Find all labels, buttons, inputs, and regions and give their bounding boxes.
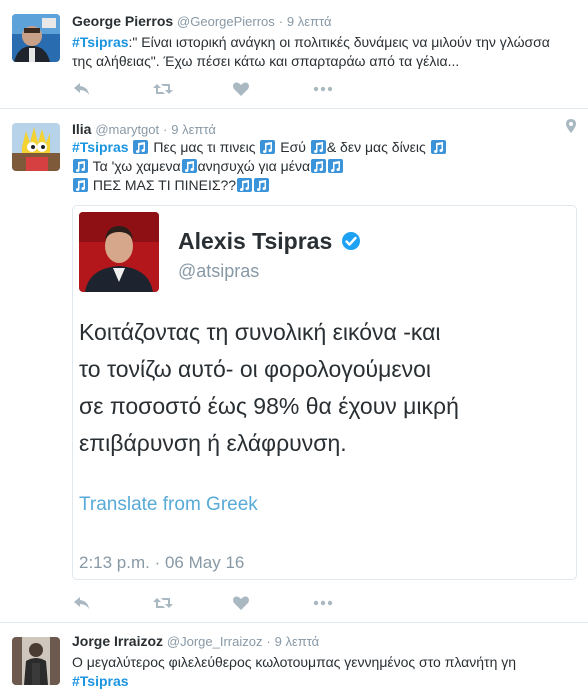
music-note-emoji	[133, 140, 149, 154]
music-note-emoji	[73, 159, 88, 173]
separator: ·	[278, 14, 284, 29]
quoted-avatar[interactable]	[79, 212, 159, 292]
quoted-tweet-card[interactable]: Alexis Tsipras @atsipras Κοιτάζοντας τη …	[72, 205, 577, 580]
quoted-author-name-text: Alexis Tsipras	[178, 228, 333, 254]
text-segment: & δεν μας δίνεις	[326, 139, 426, 155]
hashtag-link[interactable]: #Tsipras	[72, 139, 129, 155]
tweet-header: Ilia @marytgot · 9 λεπτά	[72, 121, 216, 137]
separator: ·	[163, 122, 168, 137]
hashtag-link[interactable]: #Tsipras	[72, 673, 129, 689]
timestamp[interactable]: 9 λεπτά	[171, 122, 216, 137]
tweet-text: Ο μεγαλύτερος φιλελεύθερος κωλοτουμπας γ…	[72, 653, 572, 691]
translate-link[interactable]: Translate from Greek	[79, 494, 258, 516]
music-note-emoji	[254, 178, 270, 192]
separator: ·	[266, 634, 271, 649]
author-handle[interactable]: @GeorgePierros	[177, 14, 275, 29]
more-icon[interactable]	[312, 594, 334, 614]
quoted-tweet-text: Κοιτάζοντας τη συνολική εικόνα -και το τ…	[79, 314, 569, 462]
music-note-emoji	[237, 178, 253, 192]
tweet-jorge-irraizoz: Jorge Irraizoz @Jorge_Irraizoz · 9 λεπτά…	[0, 623, 588, 695]
music-note-emoji	[311, 159, 327, 173]
tweet-george-pierros: George Pierros @GeorgePierros · 9 λεπτά …	[0, 0, 588, 108]
location-icon[interactable]	[566, 119, 576, 136]
timestamp[interactable]: 9 λεπτά	[287, 14, 332, 29]
quoted-text-line: σε ποσοστό έως 98% θα έχουν μικρή	[79, 393, 459, 419]
music-note-emoji	[430, 140, 446, 154]
tweet-header: George Pierros @GeorgePierros · 9 λεπτά	[72, 13, 332, 29]
heart-icon[interactable]	[232, 594, 254, 614]
tweet-header: Jorge Irraizoz @Jorge_Irraizoz · 9 λεπτά	[72, 633, 319, 649]
quoted-author-name[interactable]: Alexis Tsipras	[178, 228, 361, 255]
text-segment: Ο μεγαλύτερος φιλελεύθερος κωλοτουμπας γ…	[72, 654, 517, 670]
music-note-emoji	[328, 159, 344, 173]
quoted-text-line: Κοιτάζοντας τη συνολική εικόνα -και	[79, 319, 441, 345]
more-icon[interactable]	[312, 80, 334, 100]
text-segment: ανησυχώ για μένα	[197, 158, 311, 174]
text-segment: Τα 'χω χαμενα	[92, 158, 181, 174]
quoted-text-line: επιβάρυνση ή ελάφρυνση.	[79, 430, 347, 456]
tweet-ilia: Ilia @marytgot · 9 λεπτά #Tsipras Πες μα…	[0, 109, 588, 622]
author-handle[interactable]: @Jorge_Irraizoz	[167, 634, 263, 649]
avatar[interactable]	[12, 14, 60, 62]
verified-badge-icon	[341, 232, 360, 250]
author-name[interactable]: George Pierros	[72, 13, 173, 29]
music-note-emoji	[260, 140, 276, 154]
text-segment: ΠΕΣ ΜΑΣ ΤΙ ΠΙΝΕΙΣ??	[92, 177, 237, 193]
text-segment: της αλήθειας". Έχω πέσει κάτω και σπαρτα…	[72, 53, 460, 69]
tweet-text: #Tsipras Πες μας τι πινεις Εσύ & δεν μας…	[72, 138, 572, 195]
text-segment: :" Είναι ιστορική ανάγκη οι πολιτικές δυ…	[128, 34, 550, 50]
retweet-icon[interactable]	[152, 80, 174, 100]
avatar[interactable]	[12, 637, 60, 685]
music-note-emoji	[73, 178, 88, 192]
music-note-emoji	[181, 159, 197, 173]
reply-icon[interactable]	[72, 594, 94, 614]
retweet-icon[interactable]	[152, 594, 174, 614]
reply-icon[interactable]	[72, 80, 94, 100]
author-handle[interactable]: @marytgot	[95, 122, 159, 137]
quoted-timestamp[interactable]: 2:13 p.m. · 06 May 16	[79, 553, 244, 573]
tweet-text: #Tsipras:" Είναι ιστορική ανάγκη οι πολι…	[72, 33, 572, 71]
heart-icon[interactable]	[232, 80, 254, 100]
timestamp[interactable]: 9 λεπτά	[275, 634, 320, 649]
text-segment: Πες μας τι πινεις	[153, 139, 256, 155]
author-name[interactable]: Jorge Irraizoz	[72, 633, 163, 649]
author-name[interactable]: Ilia	[72, 121, 91, 137]
avatar[interactable]	[12, 123, 60, 171]
text-segment: Εσύ	[280, 139, 306, 155]
music-note-emoji	[310, 140, 326, 154]
hashtag-link[interactable]: #Tsipras	[72, 34, 129, 50]
quoted-author-handle[interactable]: @atsipras	[178, 261, 259, 282]
quoted-text-line: το τονίζω αυτό- οι φορολογούμενοι	[79, 356, 432, 382]
